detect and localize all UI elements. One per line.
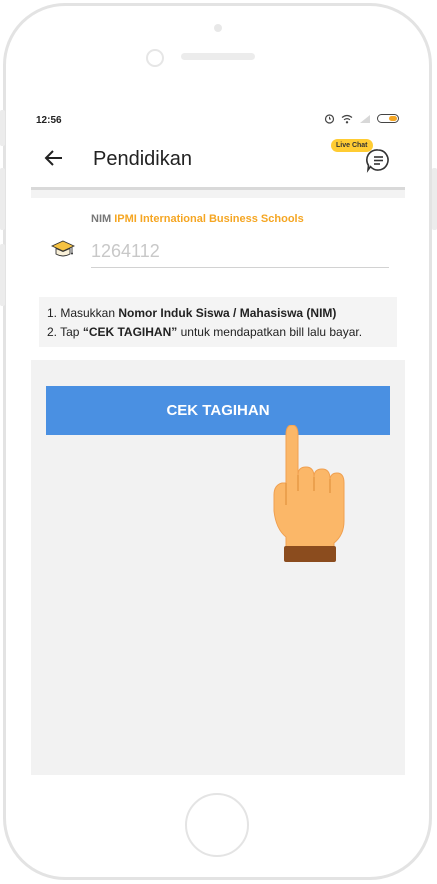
instruction-2-bold: “CEK TAGIHAN” — [82, 325, 178, 339]
live-chat-badge[interactable]: Live Chat — [331, 139, 373, 152]
phone-side-button — [0, 110, 5, 146]
back-arrow-icon[interactable] — [43, 147, 65, 169]
status-time: 12:56 — [36, 115, 62, 126]
instruction-line-2: 2. Tap “CEK TAGIHAN” untuk mendapatkan b… — [47, 323, 389, 342]
app-screen: 12:56 Pendidikan Live Chat NIM IPMI Inte… — [31, 107, 405, 775]
nim-field-label: NIM IPMI International Business Schools — [91, 213, 304, 225]
front-camera — [146, 49, 164, 67]
instruction-2-suffix: untuk mendapatkan bill lalu bayar. — [177, 325, 363, 339]
header-divider — [31, 190, 405, 198]
status-icons — [324, 113, 399, 124]
instruction-2-text: 2. Tap — [47, 325, 83, 339]
status-bar: 12:56 — [31, 107, 405, 133]
wifi-icon — [341, 114, 353, 123]
home-button[interactable] — [185, 793, 249, 857]
school-name: IPMI International Business Schools — [114, 213, 304, 225]
front-sensor — [214, 24, 222, 32]
instructions-box: 1. Masukkan Nomor Induk Siswa / Mahasisw… — [39, 297, 397, 347]
nim-label-prefix: NIM — [91, 213, 112, 225]
phone-power-button — [432, 168, 437, 230]
app-bar: Pendidikan Live Chat — [31, 133, 405, 190]
page-title: Pendidikan — [93, 148, 192, 170]
nim-input[interactable] — [91, 235, 389, 268]
graduation-cap-icon — [51, 240, 75, 257]
instruction-1-bold: Nomor Induk Siswa / Mahasiswa (NIM) — [118, 306, 337, 320]
alarm-icon — [324, 114, 335, 124]
instruction-line-1: 1. Masukkan Nomor Induk Siswa / Mahasisw… — [47, 304, 389, 323]
instruction-1-text: 1. Masukkan — [47, 306, 119, 320]
earpiece-speaker — [181, 53, 255, 60]
battery-icon — [377, 114, 399, 123]
signal-icon — [360, 114, 370, 123]
pointing-hand-icon — [273, 425, 345, 562]
phone-volume-up — [0, 168, 5, 230]
phone-volume-down — [0, 244, 5, 306]
